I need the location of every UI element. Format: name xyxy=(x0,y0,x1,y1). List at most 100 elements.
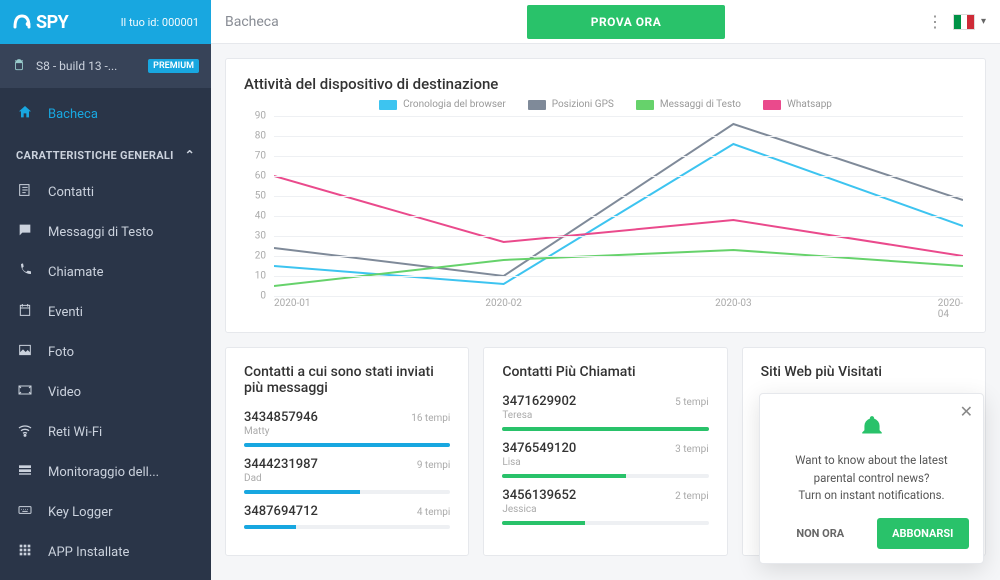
sidebar-nav: Bacheca CARATTERISTICHE GENERALI ⌃ Contatti… xyxy=(0,88,211,580)
sidebar-item-label: Chiamate xyxy=(48,265,103,280)
legend-label: Messaggi di Testo xyxy=(660,99,741,110)
home-icon xyxy=(16,104,34,124)
sites-title: Siti Web più Visitati xyxy=(761,364,967,380)
sidebar: SPY Il tuo id: 000001 S8 - build 13 -...… xyxy=(0,0,211,580)
popup-text: Want to know about the latest parental c… xyxy=(774,452,969,504)
sidebar-item-monitor[interactable]: Monitoraggio dell... xyxy=(0,452,211,492)
popup-subscribe-button[interactable]: ABBONARSI xyxy=(877,518,970,549)
chart-legend: Cronologia del browser Posizioni GPS Messa… xyxy=(244,99,967,110)
chart: 0102030405060708090 2020-012020-022020-0… xyxy=(244,116,967,316)
contact-name: Dad xyxy=(244,473,450,484)
sidebar-item-apps[interactable]: APP Installate xyxy=(0,532,211,572)
more-icon[interactable]: ⋮ xyxy=(927,12,943,31)
y-tick: 40 xyxy=(255,211,266,222)
legend-item[interactable]: Posizioni GPS xyxy=(528,99,614,110)
contact-count: 9 tempi xyxy=(417,460,451,471)
wifi-icon xyxy=(16,422,34,442)
legend-item[interactable]: Whatsapp xyxy=(763,99,832,110)
popup-dismiss-button[interactable]: NON ORA xyxy=(774,518,867,549)
monitor-icon xyxy=(16,462,34,482)
y-tick: 50 xyxy=(255,190,266,201)
brand-text: SPY xyxy=(36,12,68,33)
sidebar-item-photos[interactable]: Foto xyxy=(0,332,211,372)
sidebar-item-label: Bacheca xyxy=(48,107,98,122)
messages-icon xyxy=(16,222,34,242)
sidebar-item-contacts[interactable]: Contatti xyxy=(0,172,211,212)
contact-row: 3434857946 16 tempi Matty xyxy=(244,410,450,447)
events-icon xyxy=(16,302,34,322)
activity-chart-title: Attività del dispositivo di destinazione xyxy=(244,75,967,93)
contact-row: 3487694712 4 tempi xyxy=(244,504,450,529)
sidebar-item-video[interactable]: Video xyxy=(0,372,211,412)
sidebar-item-keylog[interactable]: Key Logger xyxy=(0,492,211,532)
device-label: S8 - build 13 -... xyxy=(36,59,144,73)
contact-count: 3 tempi xyxy=(675,444,709,455)
sidebar-item-events[interactable]: Eventi xyxy=(0,292,211,332)
chevron-up-icon: ⌃ xyxy=(185,148,195,162)
topbar-right: ⋮ ▾ xyxy=(927,12,986,31)
keylog-icon xyxy=(16,502,34,522)
sidebar-item-label: Video xyxy=(48,385,81,400)
legend-item[interactable]: Messaggi di Testo xyxy=(636,99,741,110)
contact-number: 3487694712 xyxy=(244,504,318,519)
sidebar-item-label: Key Logger xyxy=(48,505,113,520)
close-icon[interactable]: ✕ xyxy=(960,402,973,421)
sidebar-section-general[interactable]: CARATTERISTICHE GENERALI ⌃ xyxy=(0,134,211,172)
y-tick: 80 xyxy=(255,130,266,141)
call-contacts-card: Contatti Più Chiamati 34716299025 tempiT… xyxy=(483,347,727,556)
topbar: Bacheca PROVA ORA ⋮ ▾ xyxy=(211,0,1000,44)
page-title: Bacheca xyxy=(225,14,279,30)
bell-icon xyxy=(857,412,887,442)
legend-label: Whatsapp xyxy=(787,99,832,110)
sidebar-item-wifi[interactable]: Reti Wi-Fi xyxy=(0,412,211,452)
activity-chart-card: Attività del dispositivo di destinazione… xyxy=(225,58,986,333)
contact-count: 16 tempi xyxy=(411,413,450,424)
contact-bar xyxy=(502,427,708,431)
section-label: CARATTERISTICHE GENERALI xyxy=(16,149,174,162)
language-selector[interactable]: ▾ xyxy=(953,14,986,30)
contact-bar xyxy=(502,474,708,478)
legend-item[interactable]: Cronologia del browser xyxy=(379,99,506,110)
cta-button[interactable]: PROVA ORA xyxy=(527,5,726,39)
y-tick: 20 xyxy=(255,251,266,262)
y-tick: 30 xyxy=(255,231,266,242)
legend-swatch xyxy=(763,100,781,110)
flag-italy-icon xyxy=(953,14,975,30)
y-tick: 70 xyxy=(255,150,266,161)
msg-contacts-card: Contatti a cui sono stati inviati più me… xyxy=(225,347,469,556)
contact-row: 34716299025 tempiTeresa xyxy=(502,394,708,431)
sidebar-item-bacheca[interactable]: Bacheca xyxy=(0,94,211,134)
device-selector[interactable]: S8 - build 13 -... PREMIUM xyxy=(0,44,211,88)
contact-bar xyxy=(244,525,450,529)
premium-badge: PREMIUM xyxy=(148,59,199,73)
user-id: Il tuo id: 000001 xyxy=(121,16,199,29)
call-contacts-title: Contatti Più Chiamati xyxy=(502,364,708,380)
x-tick: 2020-02 xyxy=(485,298,521,309)
contact-name: Jessica xyxy=(502,504,708,515)
sidebar-item-label: Messaggi di Testo xyxy=(48,225,153,240)
sidebar-item-label: Eventi xyxy=(48,305,83,320)
contact-name: Matty xyxy=(244,426,450,437)
y-tick: 60 xyxy=(255,171,266,182)
contact-number: 3434857946 xyxy=(244,410,318,425)
y-tick: 90 xyxy=(255,111,266,122)
legend-swatch xyxy=(636,100,654,110)
sidebar-item-label: APP Installate xyxy=(48,545,129,560)
y-tick: 10 xyxy=(255,270,266,281)
y-tick: 0 xyxy=(260,291,266,302)
contact-count: 4 tempi xyxy=(417,507,451,518)
sidebar-item-messages[interactable]: Messaggi di Testo xyxy=(0,212,211,252)
contact-number: 3444231987 xyxy=(244,457,318,472)
msg-contacts-title: Contatti a cui sono stati inviati più me… xyxy=(244,364,450,396)
calls-icon xyxy=(16,262,34,282)
contact-count: 5 tempi xyxy=(675,397,709,408)
legend-swatch xyxy=(528,100,546,110)
sidebar-item-calls[interactable]: Chiamate xyxy=(0,252,211,292)
legend-swatch xyxy=(379,100,397,110)
sidebar-item-label: Foto xyxy=(48,345,74,360)
contact-number: 3456139652 xyxy=(502,488,576,503)
contact-name: Teresa xyxy=(502,410,708,421)
brand-logo[interactable]: SPY xyxy=(12,12,68,33)
photos-icon xyxy=(16,342,34,362)
x-tick: 2020-03 xyxy=(715,298,751,309)
